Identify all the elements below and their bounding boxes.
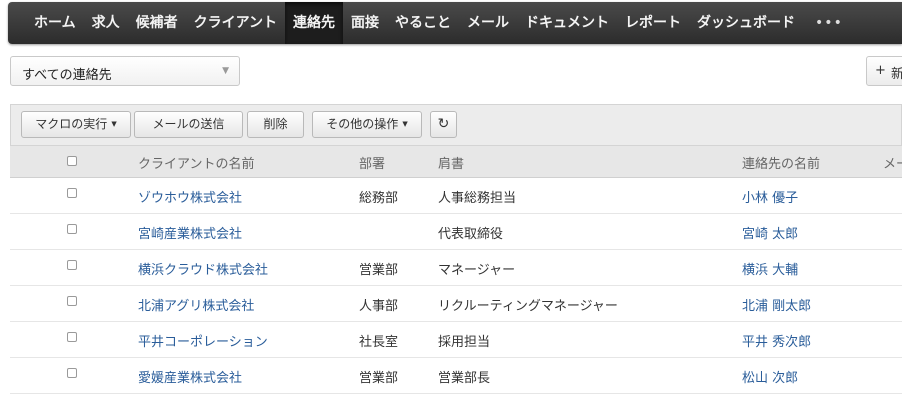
chevron-down-icon: ▼ <box>111 120 117 128</box>
nav-items: ホーム 求人 候補者 クライアント 連絡先 面接 やること メール ドキュメント… <box>8 2 902 44</box>
nav-item-interviews[interactable]: 面接 <box>343 2 387 44</box>
table-row: 宮崎産業株式会社 代表取締役 宮崎 太郎 <box>10 214 902 250</box>
nav-item-todos[interactable]: やること <box>387 2 459 44</box>
row-checkbox[interactable] <box>67 368 77 378</box>
plus-icon: + <box>875 63 886 78</box>
table-row: 愛媛産業株式会社 営業部 営業部長 松山 次郎 <box>10 358 902 394</box>
nav-item-jobs[interactable]: 求人 <box>84 2 128 44</box>
nav-item-clients[interactable]: クライアント <box>186 2 285 44</box>
contact-link[interactable]: 横浜 大輔 <box>742 259 798 278</box>
nav-item-documents[interactable]: ドキュメント <box>517 2 617 44</box>
title-cell: 採用担当 <box>438 335 491 350</box>
client-link[interactable]: 愛媛産業株式会社 <box>138 367 242 386</box>
table-row: 横浜クラウド株式会社 営業部 マネージャー 横浜 大輔 <box>10 250 902 286</box>
department-cell: 総務部 <box>359 191 399 206</box>
column-header-email[interactable]: メー <box>883 153 902 172</box>
run-macro-button[interactable]: マクロの実行 ▼ <box>21 111 131 138</box>
row-checkbox[interactable] <box>67 260 77 270</box>
new-contact-button[interactable]: + 新 <box>866 56 902 86</box>
nav-more-icon[interactable]: ••• <box>803 15 855 31</box>
new-contact-label: 新 <box>891 67 902 82</box>
column-header-client[interactable]: クライアントの名前 <box>138 153 254 172</box>
row-checkbox[interactable] <box>67 296 77 306</box>
send-mail-button[interactable]: メールの送信 <box>134 111 243 138</box>
list-toolbar: マクロの実行 ▼ メールの送信 削除 その他の操作 ▼ ↻ <box>10 104 902 146</box>
table-header: クライアントの名前 部署 肩書 連絡先の名前 メー <box>10 145 902 178</box>
more-actions-label: その他の操作 <box>326 117 399 131</box>
column-header-title[interactable]: 肩書 <box>438 153 464 172</box>
refresh-icon[interactable]: ↻ <box>430 111 457 138</box>
nav-item-mail[interactable]: メール <box>459 2 517 44</box>
title-cell: 代表取締役 <box>438 227 504 242</box>
delete-button[interactable]: 削除 <box>247 111 304 138</box>
table-row: 平井コーポレーション 社長室 採用担当 平井 秀次郎 <box>10 322 902 358</box>
top-nav: ホーム 求人 候補者 クライアント 連絡先 面接 やること メール ドキュメント… <box>8 2 902 44</box>
client-link[interactable]: 平井コーポレーション <box>138 331 268 350</box>
department-cell: 営業部 <box>359 371 399 386</box>
client-link[interactable]: 宮崎産業株式会社 <box>138 223 242 242</box>
nav-item-contacts[interactable]: 連絡先 <box>285 2 344 44</box>
title-cell: マネージャー <box>438 263 516 278</box>
chevron-down-icon: ▼ <box>402 120 408 128</box>
contact-link[interactable]: 平井 秀次郎 <box>742 331 811 350</box>
client-link[interactable]: ゾウホウ株式会社 <box>138 187 242 206</box>
client-link[interactable]: 北浦アグリ株式会社 <box>138 295 254 314</box>
contact-link[interactable]: 北浦 剛太郎 <box>742 295 811 314</box>
contact-link[interactable]: 松山 次郎 <box>742 367 798 386</box>
row-checkbox[interactable] <box>67 332 77 342</box>
table-row: 北浦アグリ株式会社 人事部 リクルーティングマネージャー 北浦 剛太郎 <box>10 286 902 322</box>
table-row: ゾウホウ株式会社 総務部 人事総務担当 小林 優子 <box>10 178 902 214</box>
department-cell: 人事部 <box>359 299 399 314</box>
department-cell: 営業部 <box>359 263 399 278</box>
contact-view-select[interactable]: すべての連絡先 ▼ <box>10 56 240 86</box>
row-checkbox[interactable] <box>67 224 77 234</box>
more-actions-button[interactable]: その他の操作 ▼ <box>312 111 422 138</box>
title-cell: リクルーティングマネージャー <box>438 299 618 314</box>
nav-item-dashboard[interactable]: ダッシュボード <box>689 2 803 44</box>
title-cell: 人事総務担当 <box>438 191 517 206</box>
title-cell: 営業部長 <box>438 371 491 386</box>
select-all-checkbox[interactable] <box>67 156 77 166</box>
column-header-department[interactable]: 部署 <box>359 153 385 172</box>
contact-link[interactable]: 宮崎 太郎 <box>742 223 798 242</box>
chevron-down-icon: ▼ <box>222 66 229 76</box>
nav-item-candidates[interactable]: 候補者 <box>128 2 186 44</box>
nav-item-home[interactable]: ホーム <box>26 2 84 44</box>
nav-item-reports[interactable]: レポート <box>617 2 689 44</box>
column-header-contact[interactable]: 連絡先の名前 <box>742 153 820 172</box>
contact-link[interactable]: 小林 優子 <box>742 187 798 206</box>
department-cell: 社長室 <box>359 335 399 350</box>
row-checkbox[interactable] <box>67 188 77 198</box>
client-link[interactable]: 横浜クラウド株式会社 <box>138 259 268 278</box>
run-macro-label: マクロの実行 <box>35 117 108 131</box>
contact-view-selected: すべての連絡先 <box>22 68 112 83</box>
